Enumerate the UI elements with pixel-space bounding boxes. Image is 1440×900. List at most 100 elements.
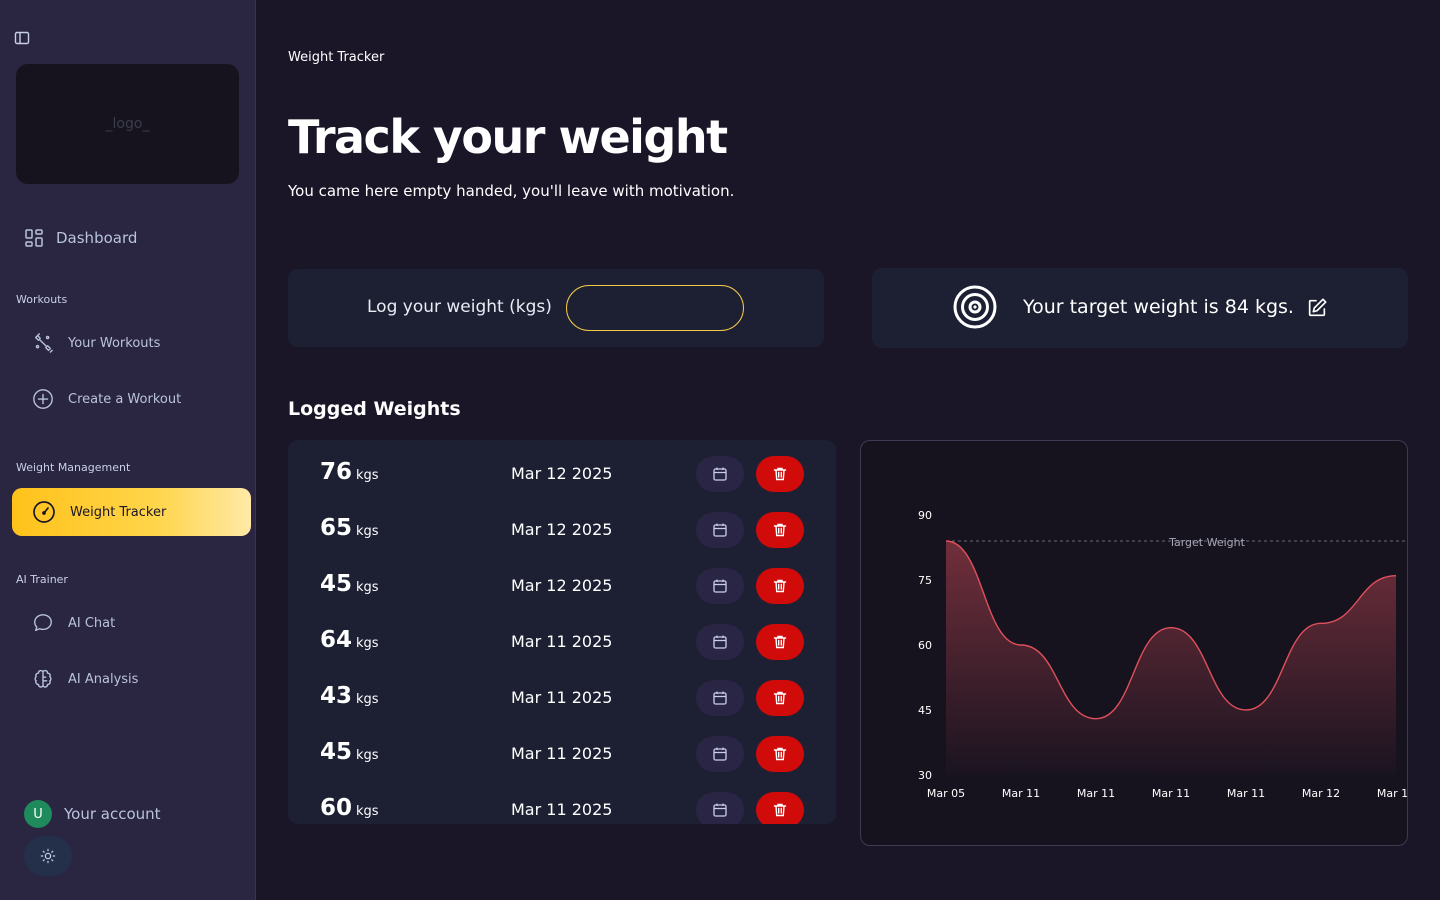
weight-value: 60 kgs: [320, 795, 379, 821]
x-tick-label: Mar 05: [927, 787, 965, 800]
gauge-icon: [33, 501, 55, 523]
weight-number: 60: [320, 795, 353, 821]
weight-number: 43: [320, 683, 353, 709]
y-tick-label: 60: [918, 639, 932, 652]
weight-value: 76 kgs: [320, 459, 379, 485]
sidebar-item-label: Create a Workout: [68, 391, 182, 407]
weight-date: Mar 11 2025: [511, 744, 613, 763]
sun-icon: [40, 848, 56, 864]
weight-unit: kgs: [356, 804, 379, 819]
edit-date-button[interactable]: [696, 792, 744, 824]
list-item: 60 kgs Mar 11 2025: [288, 776, 836, 824]
delete-button[interactable]: [756, 680, 804, 716]
delete-button[interactable]: [756, 512, 804, 548]
list-item: 65 kgs Mar 12 2025: [288, 496, 836, 552]
y-tick-label: 90: [918, 509, 932, 522]
list-item: 45 kgs Mar 11 2025: [288, 720, 836, 776]
sidebar-item-your-workouts[interactable]: Your Workouts: [32, 332, 160, 354]
edit-date-button[interactable]: [696, 456, 744, 492]
delete-button[interactable]: [756, 568, 804, 604]
page-title: Track your weight: [288, 110, 728, 164]
weight-chart-svg: 30 45 60 75 90 Mar 05 Mar 11 Mar 11 Mar 11 Mar 11…: [918, 509, 1408, 800]
sidebar-item-label: Dashboard: [56, 229, 138, 247]
weight-date: Mar 12 2025: [511, 464, 613, 483]
calendar-icon: [712, 746, 728, 762]
reference-line-label: Target Weight: [1168, 536, 1246, 549]
edit-date-button[interactable]: [696, 624, 744, 660]
delete-button[interactable]: [756, 736, 804, 772]
weight-number: 76: [320, 459, 353, 485]
target-weight-text: Your target weight is 84 kgs.: [1023, 296, 1294, 318]
page-subtitle: You came here empty handed, you'll leave…: [288, 182, 735, 200]
delete-button[interactable]: [756, 456, 804, 492]
x-tick-label: Mar 11: [1002, 787, 1040, 800]
trash-icon: [772, 466, 788, 482]
logo: _logo_: [16, 64, 239, 184]
weight-unit: kgs: [356, 748, 379, 763]
series-area: [946, 541, 1396, 775]
weight-value: 65 kgs: [320, 515, 379, 541]
account-menu[interactable]: U Your account: [24, 800, 161, 828]
sidebar-toggle-icon[interactable]: [14, 30, 30, 46]
chat-bubble-icon: [34, 614, 52, 632]
x-tick-label: Mar 11: [1227, 787, 1265, 800]
logged-weights-title: Logged Weights: [288, 398, 461, 420]
sidebar-item-label: AI Analysis: [68, 671, 139, 687]
log-weight-input[interactable]: [566, 285, 744, 331]
edit-date-button[interactable]: [696, 512, 744, 548]
edit-date-button[interactable]: [696, 736, 744, 772]
logged-weights-list: 76 kgs Mar 12 2025 65 kgs Mar 12 2025 45 kgs Mar…: [288, 440, 836, 824]
sidebar-item-label: Weight Tracker: [70, 504, 167, 520]
log-weight-label: Log your weight (kgs): [367, 297, 552, 317]
weight-number: 65: [320, 515, 353, 541]
weight-unit: kgs: [356, 524, 379, 539]
weight-chart: 30 45 60 75 90 Mar 05 Mar 11 Mar 11 Mar 11 Mar 11…: [860, 440, 1408, 846]
y-tick-label: 30: [918, 769, 932, 782]
section-label-ai-trainer: AI Trainer: [16, 573, 68, 586]
log-weight-card: Log your weight (kgs): [288, 269, 824, 347]
brain-icon: [34, 669, 52, 688]
calendar-icon: [712, 522, 728, 538]
sidebar-item-create-workout[interactable]: Create a Workout: [32, 388, 181, 410]
y-tick-label: 75: [918, 574, 932, 587]
weight-value: 45 kgs: [320, 739, 379, 765]
trash-icon: [772, 802, 788, 818]
delete-button[interactable]: [756, 624, 804, 660]
breadcrumb: Weight Tracker: [288, 50, 385, 65]
delete-button[interactable]: [756, 792, 804, 824]
list-item: 43 kgs Mar 11 2025: [288, 664, 836, 720]
logo-text: _logo_: [105, 116, 150, 132]
edit-icon[interactable]: [1306, 297, 1328, 319]
dashboard-icon: [25, 229, 43, 247]
target-weight-card: Your target weight is 84 kgs.: [872, 268, 1408, 348]
edit-date-button[interactable]: [696, 680, 744, 716]
sidebar-item-label: AI Chat: [68, 615, 116, 631]
trash-icon: [772, 634, 788, 650]
x-tick-label: Mar 11: [1077, 787, 1115, 800]
weight-date: Mar 11 2025: [511, 800, 613, 819]
weight-date: Mar 11 2025: [511, 688, 613, 707]
weight-date: Mar 11 2025: [511, 632, 613, 651]
calendar-icon: [712, 634, 728, 650]
target-icon: [953, 285, 997, 329]
sidebar-item-label: Your Workouts: [68, 335, 161, 351]
weight-unit: kgs: [356, 580, 379, 595]
weight-number: 64: [320, 627, 353, 653]
calendar-icon: [712, 578, 728, 594]
trash-icon: [772, 522, 788, 538]
weight-number: 45: [320, 571, 353, 597]
calendar-icon: [712, 690, 728, 706]
edit-date-button[interactable]: [696, 568, 744, 604]
sidebar-item-ai-analysis[interactable]: AI Analysis: [32, 668, 138, 690]
x-tick-label: Mar 12: [1377, 787, 1408, 800]
dumbbell-icon: [34, 333, 53, 353]
weight-value: 64 kgs: [320, 627, 379, 653]
sidebar-item-weight-tracker[interactable]: Weight Tracker: [12, 488, 251, 536]
theme-toggle-button[interactable]: [24, 836, 72, 876]
calendar-icon: [712, 802, 728, 818]
sidebar-item-dashboard[interactable]: Dashboard: [24, 228, 137, 248]
weight-value: 43 kgs: [320, 683, 379, 709]
sidebar-item-ai-chat[interactable]: AI Chat: [32, 612, 115, 634]
calendar-icon: [712, 466, 728, 482]
section-label-weight-management: Weight Management: [16, 461, 131, 474]
